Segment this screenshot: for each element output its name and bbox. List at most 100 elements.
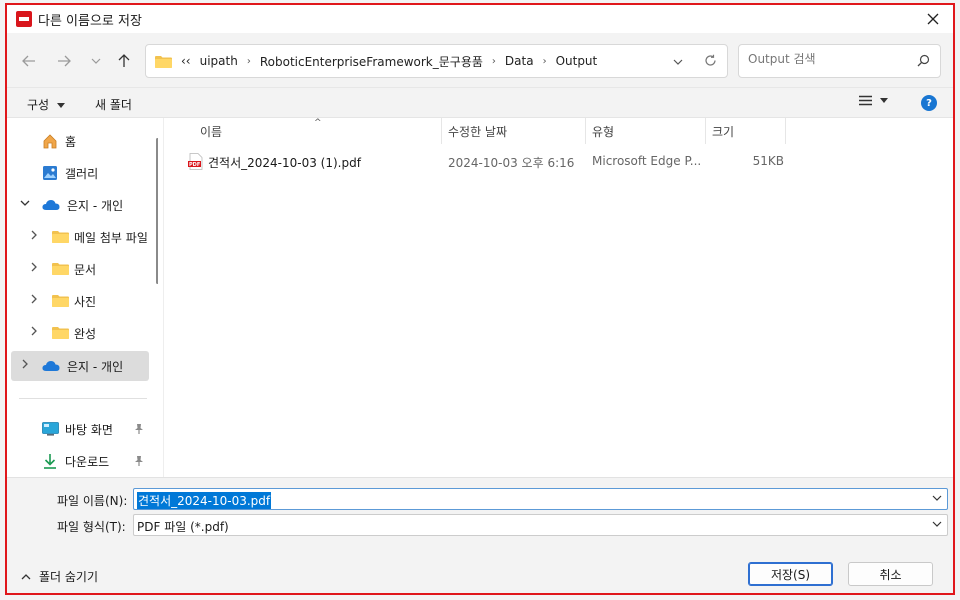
home-icon	[43, 134, 57, 149]
hide-folders-button[interactable]: 폴더 숨기기	[21, 568, 98, 585]
caret-down-icon	[56, 103, 65, 108]
sidebar-item-documents[interactable]: 문서	[11, 254, 149, 284]
sidebar-item-label: 완성	[74, 326, 97, 341]
breadcrumb-output[interactable]: Output	[556, 54, 598, 68]
folder-icon	[52, 295, 69, 307]
pin-icon[interactable]	[133, 423, 145, 435]
save-button[interactable]: 저장(S)	[748, 562, 833, 586]
sidebar-item-label: 바탕 화면	[65, 422, 113, 437]
refresh-button[interactable]	[704, 54, 717, 70]
desktop-icon	[42, 422, 59, 436]
chevron-right-icon[interactable]	[29, 262, 39, 272]
breadcrumb-data[interactable]: Data	[505, 54, 534, 68]
arrow-left-icon	[22, 55, 35, 67]
help-button[interactable]: ?	[921, 95, 937, 111]
caret-down-icon	[880, 98, 888, 103]
organize-label: 구성	[27, 98, 50, 112]
command-bar: 구성 새 폴더 ?	[7, 87, 953, 117]
filename-field[interactable]: 견적서_2024-10-03.pdf	[133, 488, 948, 510]
sidebar-item-label: 은지 - 개인	[67, 198, 124, 213]
filetype-label: 파일 형식(T):	[57, 520, 126, 534]
sidebar-scrollbar[interactable]	[156, 138, 158, 284]
filetype-select[interactable]: PDF 파일 (*.pdf)	[133, 514, 948, 536]
sidebar-item-label: 홈	[65, 134, 77, 149]
chevron-right-icon[interactable]	[29, 294, 39, 304]
sidebar-item-desktop[interactable]: 바탕 화면	[11, 414, 149, 444]
column-header-name[interactable]: 이름	[194, 118, 442, 144]
file-list[interactable]: ^ 이름 수정한 날짜 유형 크기 PDF 견적서_2024-10-03 (1)…	[163, 118, 953, 477]
file-name[interactable]: 견적서_2024-10-03 (1).pdf	[208, 154, 438, 171]
app-icon	[16, 11, 32, 27]
back-button[interactable]	[17, 51, 41, 71]
help-icon: ?	[926, 97, 932, 109]
column-header-type[interactable]: 유형	[586, 118, 706, 144]
hide-folders-label: 폴더 숨기기	[39, 570, 99, 584]
onedrive-icon	[42, 200, 60, 210]
breadcrumb-uipath[interactable]: uipath	[200, 54, 238, 68]
organize-button[interactable]: 구성	[27, 96, 65, 113]
cancel-button[interactable]: 취소	[848, 562, 933, 586]
chevron-right-icon[interactable]	[29, 230, 39, 240]
file-date: 2024-10-03 오후 6:16	[448, 156, 575, 170]
navigation-pane[interactable]: 홈 갤러리 은지 - 개인 메일 첨부 파일 문서 사진 완성 은지 - 개인 …	[7, 118, 158, 477]
chevron-right-icon[interactable]: ›	[492, 56, 496, 67]
refresh-icon	[705, 54, 716, 66]
search-input[interactable]	[748, 52, 908, 66]
recent-locations-button[interactable]	[84, 51, 108, 71]
sidebar-item-onedrive[interactable]: 은지 - 개인	[11, 190, 149, 220]
sidebar-item-pictures[interactable]: 사진	[11, 286, 149, 316]
title-bar: 다른 이름으로 저장	[7, 5, 953, 33]
file-row[interactable]: PDF 견적서_2024-10-03 (1).pdf 2024-10-03 오후…	[184, 150, 794, 174]
breadcrumb-ref[interactable]: RoboticEnterpriseFramework_문구용품	[260, 53, 483, 70]
sidebar-divider	[19, 398, 147, 399]
pin-icon[interactable]	[133, 455, 145, 467]
sidebar-item-label: 사진	[74, 294, 97, 309]
sidebar-item-home[interactable]: 홈	[11, 126, 149, 156]
up-button[interactable]	[112, 51, 136, 71]
folder-icon	[52, 327, 69, 339]
onedrive-icon	[42, 361, 60, 371]
main-area: 홈 갤러리 은지 - 개인 메일 첨부 파일 문서 사진 완성 은지 - 개인 …	[7, 117, 953, 477]
sidebar-item-label: 갤러리	[65, 166, 99, 181]
new-folder-button[interactable]: 새 폴더	[95, 96, 132, 113]
download-icon	[44, 454, 56, 469]
close-button[interactable]	[923, 9, 943, 29]
save-as-dialog: 다른 이름으로 저장 ‹‹ uipath › RoboticEnterprise…	[5, 3, 955, 595]
chevron-down-icon	[673, 59, 683, 65]
forward-button[interactable]	[52, 51, 76, 71]
gallery-icon	[43, 166, 57, 180]
sidebar-item-completed[interactable]: 완성	[11, 318, 149, 348]
filename-value[interactable]: 견적서_2024-10-03.pdf	[137, 492, 272, 509]
chevron-right-icon[interactable]: ›	[247, 56, 251, 67]
breadcrumb-overflow[interactable]: ‹‹	[181, 54, 191, 68]
search-icon[interactable]	[917, 54, 930, 70]
sidebar-item-gallery[interactable]: 갤러리	[11, 158, 149, 188]
folder-icon	[155, 55, 172, 68]
sidebar-item-onedrive-selected[interactable]: 은지 - 개인	[11, 351, 149, 381]
sidebar-item-label: 은지 - 개인	[67, 359, 124, 374]
chevron-down-icon[interactable]	[932, 495, 942, 501]
filename-label: 파일 이름(N):	[57, 494, 128, 508]
chevron-right-icon[interactable]	[20, 359, 30, 369]
sidebar-item-label: 문서	[74, 262, 97, 277]
chevron-right-icon[interactable]: ›	[543, 56, 547, 67]
sidebar-item-mail-attachments[interactable]: 메일 첨부 파일	[11, 222, 149, 252]
list-view-icon	[859, 95, 872, 106]
sidebar-item-downloads[interactable]: 다운로드	[11, 446, 149, 476]
svg-text:PDF: PDF	[189, 162, 200, 168]
pdf-file-icon: PDF	[188, 153, 203, 170]
sidebar-item-label: 메일 첨부 파일	[74, 230, 148, 245]
file-size: 51KB	[752, 154, 784, 168]
address-bar[interactable]: ‹‹ uipath › RoboticEnterpriseFramework_문…	[145, 44, 728, 78]
view-options-button[interactable]	[859, 95, 888, 106]
folder-icon	[52, 231, 69, 243]
chevron-right-icon[interactable]	[29, 326, 39, 336]
address-history-button[interactable]	[673, 54, 683, 68]
search-box[interactable]	[738, 44, 941, 78]
column-header-size[interactable]: 크기	[706, 118, 786, 144]
chevron-down-icon[interactable]	[20, 198, 30, 208]
chevron-down-icon[interactable]	[932, 521, 942, 527]
close-icon	[927, 13, 939, 25]
column-header-date[interactable]: 수정한 날짜	[442, 118, 586, 144]
folder-icon	[52, 263, 69, 275]
